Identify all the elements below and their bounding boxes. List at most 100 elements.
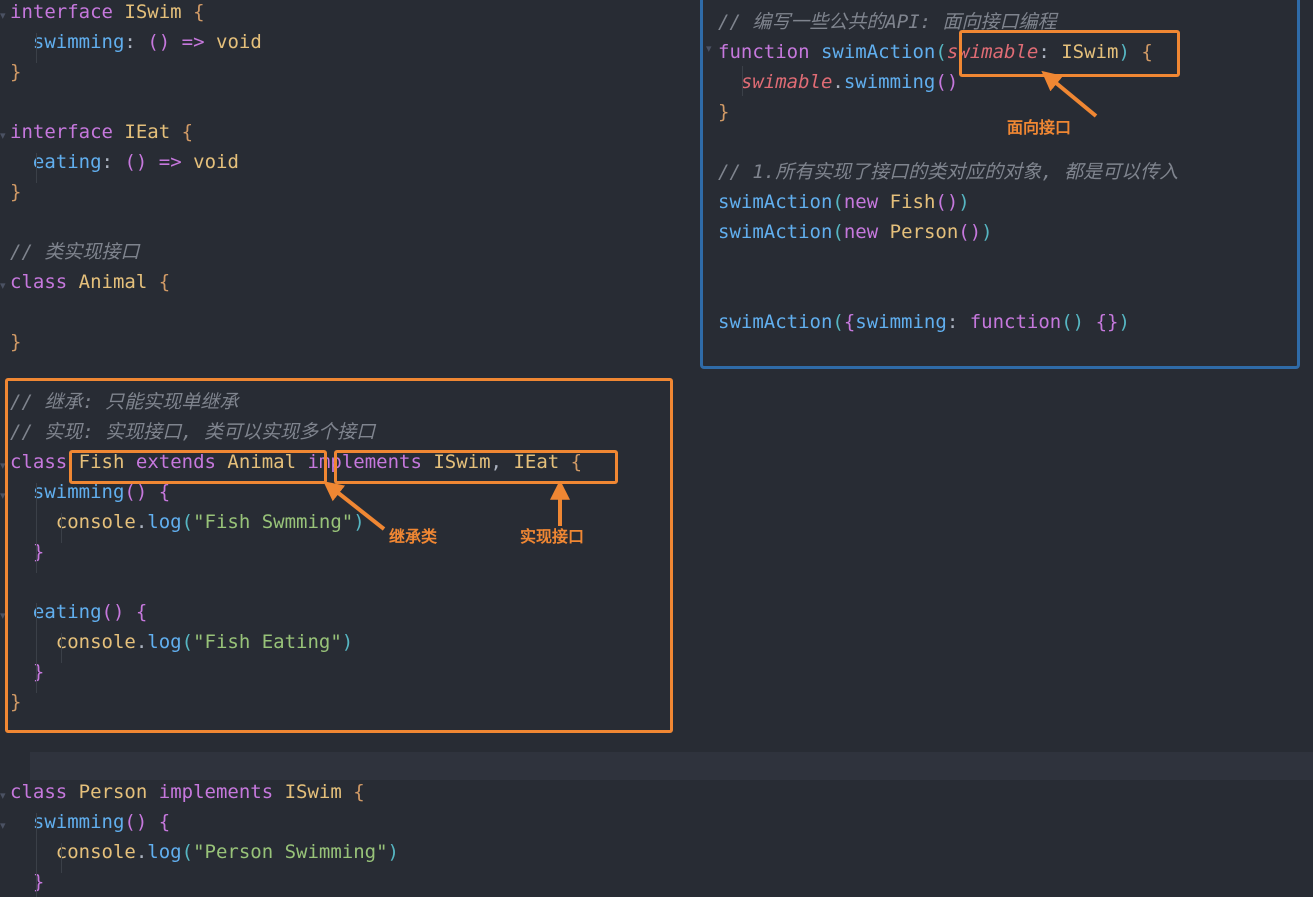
code-block-swim-action[interactable]: // 编写一些公共的API: 面向接口编程 function swimAction…	[718, 7, 1178, 337]
code-line: }	[10, 327, 262, 357]
code-line: }	[10, 57, 262, 87]
code-token: swimming	[843, 71, 936, 93]
code-line: // 实现: 实现接口, 类可以实现多个接口	[10, 417, 582, 447]
code-line: interface IEat {	[10, 117, 262, 147]
fold-chevron-icon[interactable]: ▾	[0, 130, 10, 141]
code-token: {	[158, 481, 171, 503]
fold-chevron-icon[interactable]: ▾	[0, 490, 10, 501]
code-token: interface	[10, 1, 113, 23]
code-token: {	[181, 121, 194, 143]
code-token: (	[935, 41, 947, 63]
fold-chevron-icon[interactable]: ▾	[0, 280, 10, 291]
indent-guide	[36, 33, 37, 63]
code-token: ()	[124, 481, 148, 503]
code-token: function	[718, 41, 810, 63]
code-token: new	[843, 221, 879, 243]
code-token: ISwim	[284, 781, 342, 803]
code-token: :	[124, 31, 136, 53]
fold-chevron-icon[interactable]: ▾	[0, 460, 10, 471]
code-token: void	[216, 31, 262, 53]
code-token: .	[135, 841, 148, 863]
code-token: // 类实现接口	[10, 241, 140, 263]
code-token: swimAction	[718, 191, 833, 213]
code-token: swimable	[946, 41, 1039, 63]
code-token: ()	[1061, 311, 1085, 333]
code-line: class Animal {	[10, 267, 262, 297]
code-token: =>	[181, 31, 205, 53]
code-token: )	[341, 631, 354, 653]
fold-chevron-icon[interactable]: ▾	[0, 10, 10, 21]
indent-guide	[36, 483, 37, 573]
code-token: log	[147, 631, 182, 653]
fold-chevron-icon[interactable]: ▾	[706, 43, 716, 54]
code-line: }	[10, 177, 262, 207]
code-token: // 实现: 实现接口, 类可以实现多个接口	[10, 421, 376, 443]
code-token: implements	[158, 781, 274, 803]
code-token: :	[101, 151, 113, 173]
code-line: swimable.swimming()	[718, 67, 1178, 97]
code-token: (	[832, 221, 844, 243]
code-token: swimable	[740, 71, 833, 93]
code-token: Animal	[227, 451, 297, 473]
code-line: function swimAction(swimable: ISwim) {	[718, 37, 1178, 67]
code-token: }	[10, 691, 22, 713]
indent-guide	[61, 513, 62, 543]
code-token: "Fish Swmming"	[193, 511, 354, 533]
code-token: {	[135, 601, 148, 623]
code-token: )	[1118, 311, 1130, 333]
indent-guide	[61, 843, 62, 873]
code-token: }	[32, 661, 45, 683]
code-token: // 1.所有实现了接口的类对应的对象, 都是可以传入	[718, 161, 1179, 183]
code-token: function	[969, 311, 1062, 333]
code-token: IEat	[124, 121, 171, 143]
code-line: class Person implements ISwim {	[10, 777, 399, 807]
code-token: (	[181, 631, 194, 653]
fold-chevron-icon[interactable]: ▾	[0, 820, 10, 831]
code-block-interfaces[interactable]: interface ISwim { swimming: () => void} …	[10, 0, 262, 357]
code-line: // 继承: 只能实现单继承	[10, 387, 582, 417]
code-token: .	[135, 511, 148, 533]
code-token: ()	[935, 191, 959, 213]
code-token: ()	[124, 151, 148, 173]
code-token: log	[147, 841, 182, 863]
code-token: ()	[958, 221, 982, 243]
code-line: eating() {	[10, 597, 582, 627]
code-token: }	[10, 181, 22, 203]
code-token: {	[570, 451, 583, 473]
code-token: extends	[135, 451, 216, 473]
annotation-label-implement-interface: 实现接口	[520, 527, 585, 546]
code-line: eating: () => void	[10, 147, 262, 177]
code-token: void	[193, 151, 239, 173]
code-token: ()	[935, 71, 959, 93]
code-line: swimming: () => void	[10, 27, 262, 57]
code-token: }	[10, 61, 22, 83]
code-token: }	[32, 541, 45, 563]
fold-chevron-icon[interactable]: ▾	[0, 610, 10, 621]
code-block-fish-class[interactable]: // 继承: 只能实现单继承 // 实现: 实现接口, 类可以实现多个接口 clas…	[10, 387, 582, 717]
code-token: .	[135, 631, 148, 653]
code-token: swimAction	[718, 311, 833, 333]
code-token: )	[981, 221, 993, 243]
code-token: {	[1141, 41, 1153, 63]
code-token: (	[832, 191, 844, 213]
code-token: )	[387, 841, 399, 863]
fold-chevron-icon[interactable]: ▾	[0, 790, 10, 801]
